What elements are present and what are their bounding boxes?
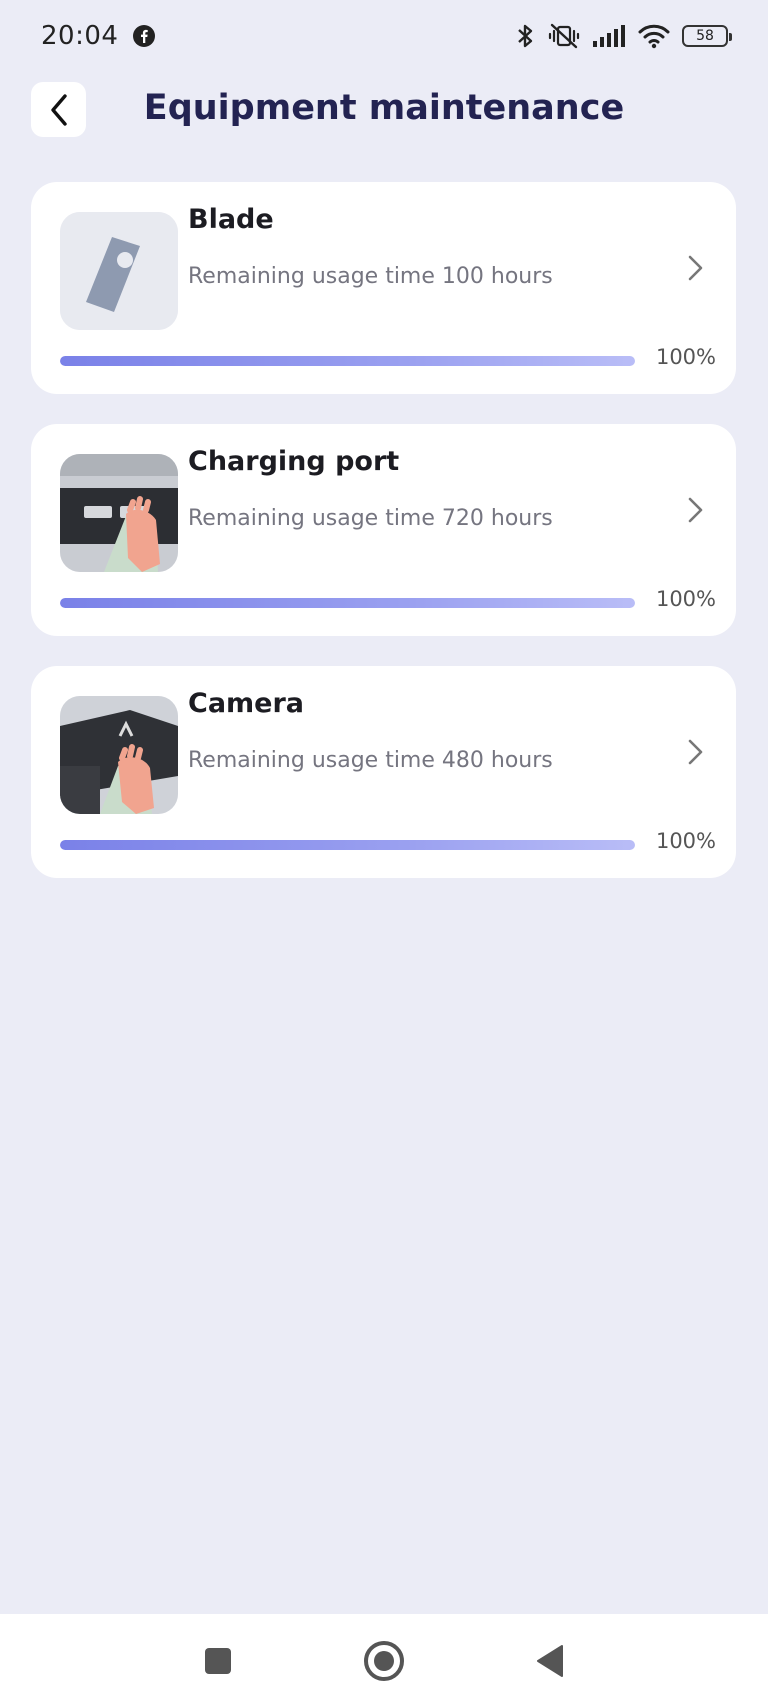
blade-image — [60, 212, 178, 330]
progress-percent: 100% — [655, 587, 716, 611]
maintenance-item-blade[interactable]: Blade Remaining usage time 100 hours 100… — [31, 182, 736, 394]
chevron-right-icon — [688, 739, 703, 765]
progress-fill — [60, 356, 635, 366]
home-circle-icon — [364, 1640, 404, 1681]
chevron-right-icon — [688, 497, 703, 523]
status-bar: 20:04 58 — [0, 0, 768, 72]
header: Equipment maintenance — [0, 82, 768, 142]
status-left: 20:04 — [41, 21, 156, 51]
page-title: Equipment maintenance — [143, 88, 625, 128]
battery-icon: 58 — [682, 25, 732, 47]
home-button[interactable] — [361, 1638, 407, 1684]
vibrate-off-icon — [548, 23, 580, 49]
item-title: Camera — [188, 688, 305, 719]
recents-button[interactable] — [195, 1638, 241, 1684]
maintenance-item-camera[interactable]: Camera Remaining usage time 480 hours 10… — [31, 666, 736, 878]
progress-bar — [60, 840, 635, 850]
maintenance-item-charging-port[interactable]: Charging port Remaining usage time 720 h… — [31, 424, 736, 636]
back-nav-button[interactable] — [527, 1638, 573, 1684]
facebook-icon — [133, 25, 156, 47]
item-title: Charging port — [188, 446, 400, 477]
status-right: 58 — [514, 22, 732, 50]
item-subtitle: Remaining usage time 480 hours — [188, 748, 553, 773]
progress-fill — [60, 840, 635, 850]
maintenance-list: Blade Remaining usage time 100 hours 100… — [31, 182, 736, 908]
charging-port-image — [60, 454, 178, 572]
wifi-icon — [638, 24, 670, 49]
progress-percent: 100% — [655, 345, 716, 369]
item-subtitle: Remaining usage time 100 hours — [188, 264, 553, 289]
chevron-right-icon — [688, 255, 703, 281]
item-subtitle: Remaining usage time 720 hours — [188, 506, 553, 531]
system-nav-bar — [0, 1614, 768, 1707]
recents-square-icon — [205, 1647, 231, 1674]
progress-bar — [60, 598, 635, 608]
signal-icon — [593, 25, 625, 47]
battery-level: 58 — [696, 28, 714, 44]
status-time: 20:04 — [41, 21, 119, 51]
progress-bar — [60, 356, 635, 366]
item-title: Blade — [188, 204, 274, 235]
progress-percent: 100% — [655, 829, 716, 853]
camera-image — [60, 696, 178, 814]
progress-fill — [60, 598, 635, 608]
back-triangle-icon — [537, 1644, 563, 1677]
bluetooth-icon — [518, 24, 533, 48]
